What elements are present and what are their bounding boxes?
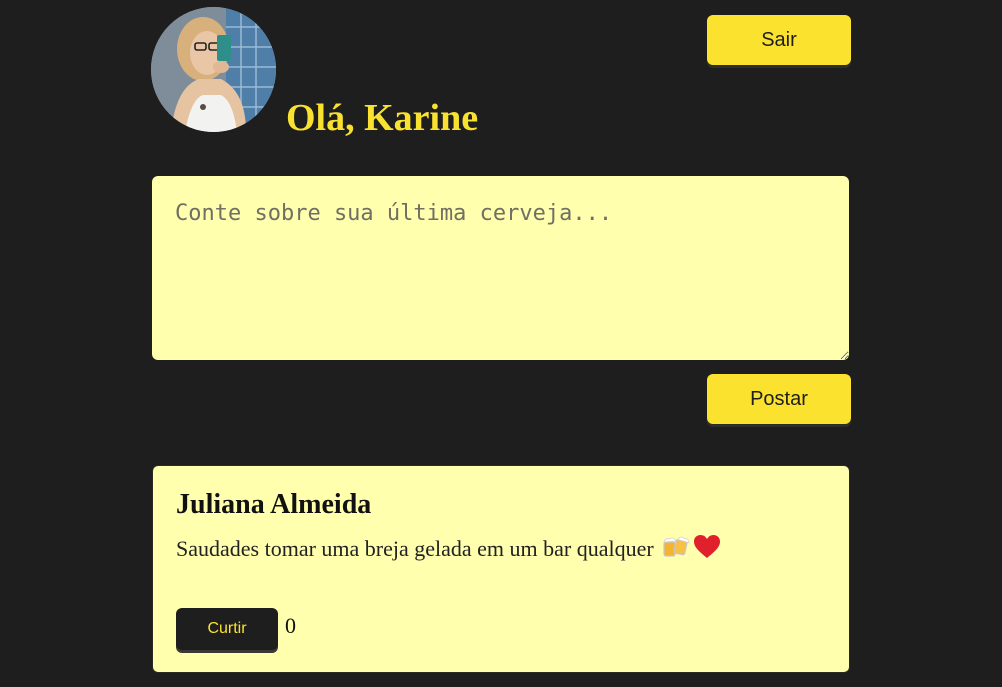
- avatar: [151, 7, 276, 132]
- post-author: Juliana Almeida: [176, 489, 372, 520]
- post-input[interactable]: [152, 176, 849, 360]
- beer-mugs-icon: [661, 533, 691, 569]
- avatar-photo: [151, 7, 276, 132]
- app-page: Olá, Karine Sair Postar Juliana Almeida …: [0, 0, 1002, 687]
- post-text: Saudades tomar uma breja gelada em um ba…: [176, 536, 654, 562]
- post-button[interactable]: Postar: [707, 374, 851, 424]
- logout-button[interactable]: Sair: [707, 15, 851, 65]
- like-count: 0: [285, 613, 296, 638]
- page-title: Olá, Karine: [286, 97, 479, 139]
- post-text-line: Saudades tomar uma breja gelada em um ba…: [176, 533, 721, 569]
- post-card: Juliana Almeida Saudades tomar uma breja…: [152, 465, 850, 673]
- heart-icon: [693, 534, 721, 568]
- like-button[interactable]: Curtir: [176, 608, 278, 650]
